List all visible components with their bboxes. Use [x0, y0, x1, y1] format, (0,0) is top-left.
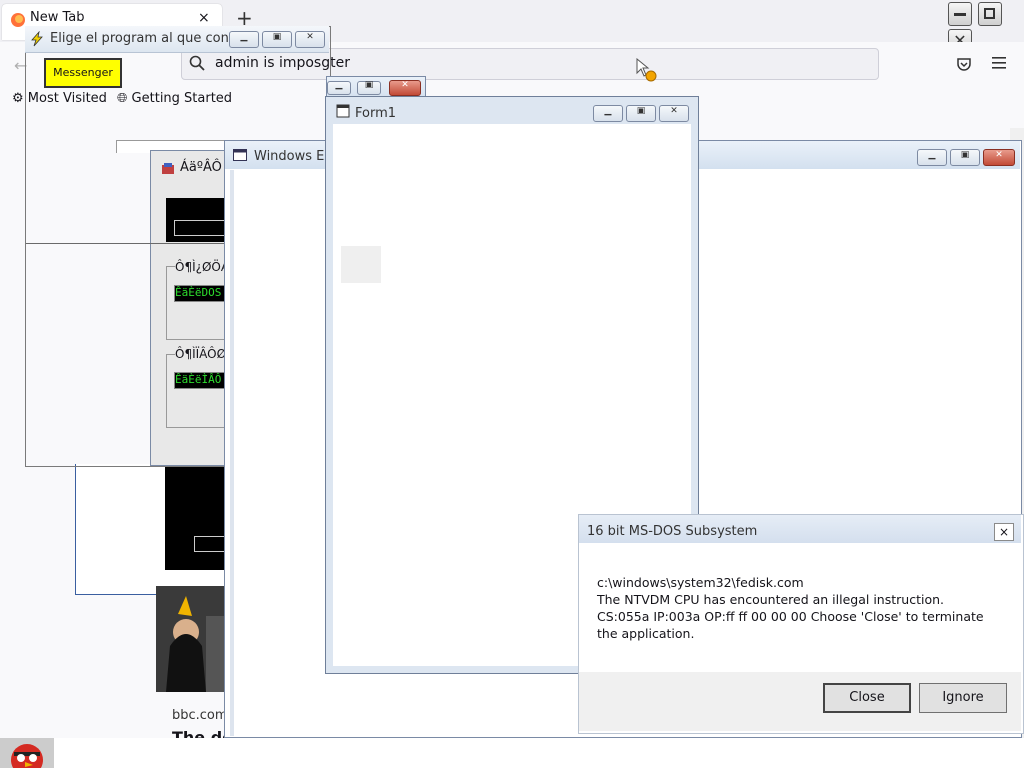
dos-message: c:\windows\system32\fedisk.com The NTVDM… — [597, 574, 987, 642]
dos-title: 16 bit MS-DOS Subsystem — [587, 524, 758, 539]
minimize-button[interactable]: ▁ — [917, 149, 947, 166]
maximize-button[interactable]: ▣ — [626, 105, 656, 122]
close-button[interactable]: ✕ — [983, 149, 1015, 166]
dialog-close-icon[interactable]: × — [994, 523, 1014, 541]
explorer-title: Windows Ex — [254, 149, 333, 164]
angry-bird-icon[interactable] — [0, 738, 54, 768]
maximize-button[interactable]: ▣ — [950, 149, 980, 166]
dialog-close-button[interactable]: Close — [823, 683, 911, 713]
black-panel — [165, 466, 226, 570]
firefox-icon — [10, 12, 26, 28]
pocket-icon[interactable] — [956, 56, 972, 72]
minimize-button[interactable] — [948, 2, 972, 26]
close-button[interactable]: ✕ — [389, 80, 421, 96]
message-line: c:\windows\system32\fedisk.com — [597, 575, 804, 590]
hamburger-menu-icon[interactable] — [992, 56, 1008, 70]
window-border — [230, 170, 234, 736]
close-button[interactable]: ✕ — [295, 31, 325, 48]
maximize-button[interactable]: ▣ — [357, 80, 381, 95]
news-source: bbc.com — [172, 708, 228, 723]
lightning-icon — [30, 31, 44, 47]
bottom-strip — [0, 738, 1024, 768]
message-line: The NTVDM CPU has encountered an illegal… — [597, 592, 944, 607]
tab-close-icon[interactable]: × — [198, 10, 210, 26]
form-control[interactable] — [341, 246, 381, 283]
dialog-ignore-button[interactable]: Ignore — [919, 683, 1007, 713]
message-line: CS:055a IP:003a OP:ff ff 00 00 00 Choose… — [597, 609, 984, 641]
minimize-button[interactable]: ▁ — [327, 80, 351, 95]
mouse-cursor-icon — [636, 58, 660, 84]
maximize-button[interactable]: ▣ — [262, 31, 292, 48]
chooser-title: Elige el program al que con... — [50, 31, 242, 46]
window-app-icon — [233, 149, 247, 161]
form-icon — [336, 104, 350, 118]
news-image[interactable] — [156, 586, 224, 692]
form1-title: Form1 — [355, 106, 397, 121]
minimize-button[interactable]: ▁ — [229, 31, 259, 48]
gear-icon: ⚙ — [12, 91, 24, 106]
close-button[interactable]: ✕ — [659, 105, 689, 122]
tab-title: New Tab — [30, 10, 85, 25]
restore-button[interactable] — [977, 2, 1002, 26]
messenger-button[interactable]: Messenger — [44, 58, 122, 88]
minimize-button[interactable]: ▁ — [593, 105, 623, 122]
